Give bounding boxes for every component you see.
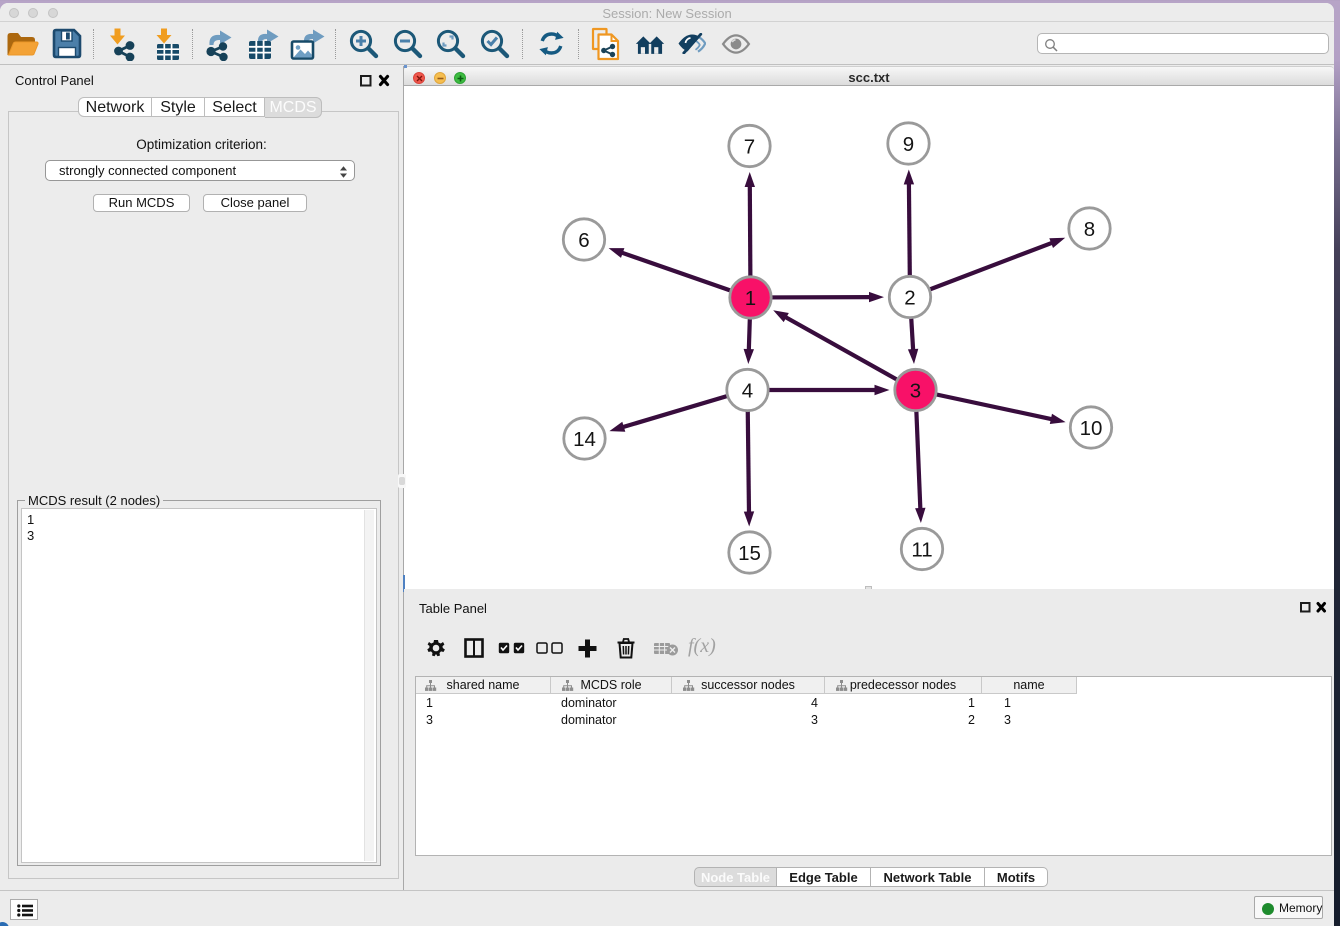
- svg-text:9: 9: [903, 133, 914, 156]
- svg-text:6: 6: [578, 229, 589, 252]
- svg-text:3: 3: [910, 380, 921, 403]
- svg-text:8: 8: [1084, 218, 1095, 241]
- svg-text:14: 14: [573, 428, 596, 451]
- svg-text:10: 10: [1080, 417, 1103, 440]
- svg-text:1: 1: [745, 287, 756, 310]
- svg-text:15: 15: [738, 542, 761, 565]
- svg-text:2: 2: [904, 287, 915, 310]
- svg-text:4: 4: [742, 380, 753, 403]
- svg-text:11: 11: [911, 539, 932, 562]
- svg-text:7: 7: [744, 136, 755, 159]
